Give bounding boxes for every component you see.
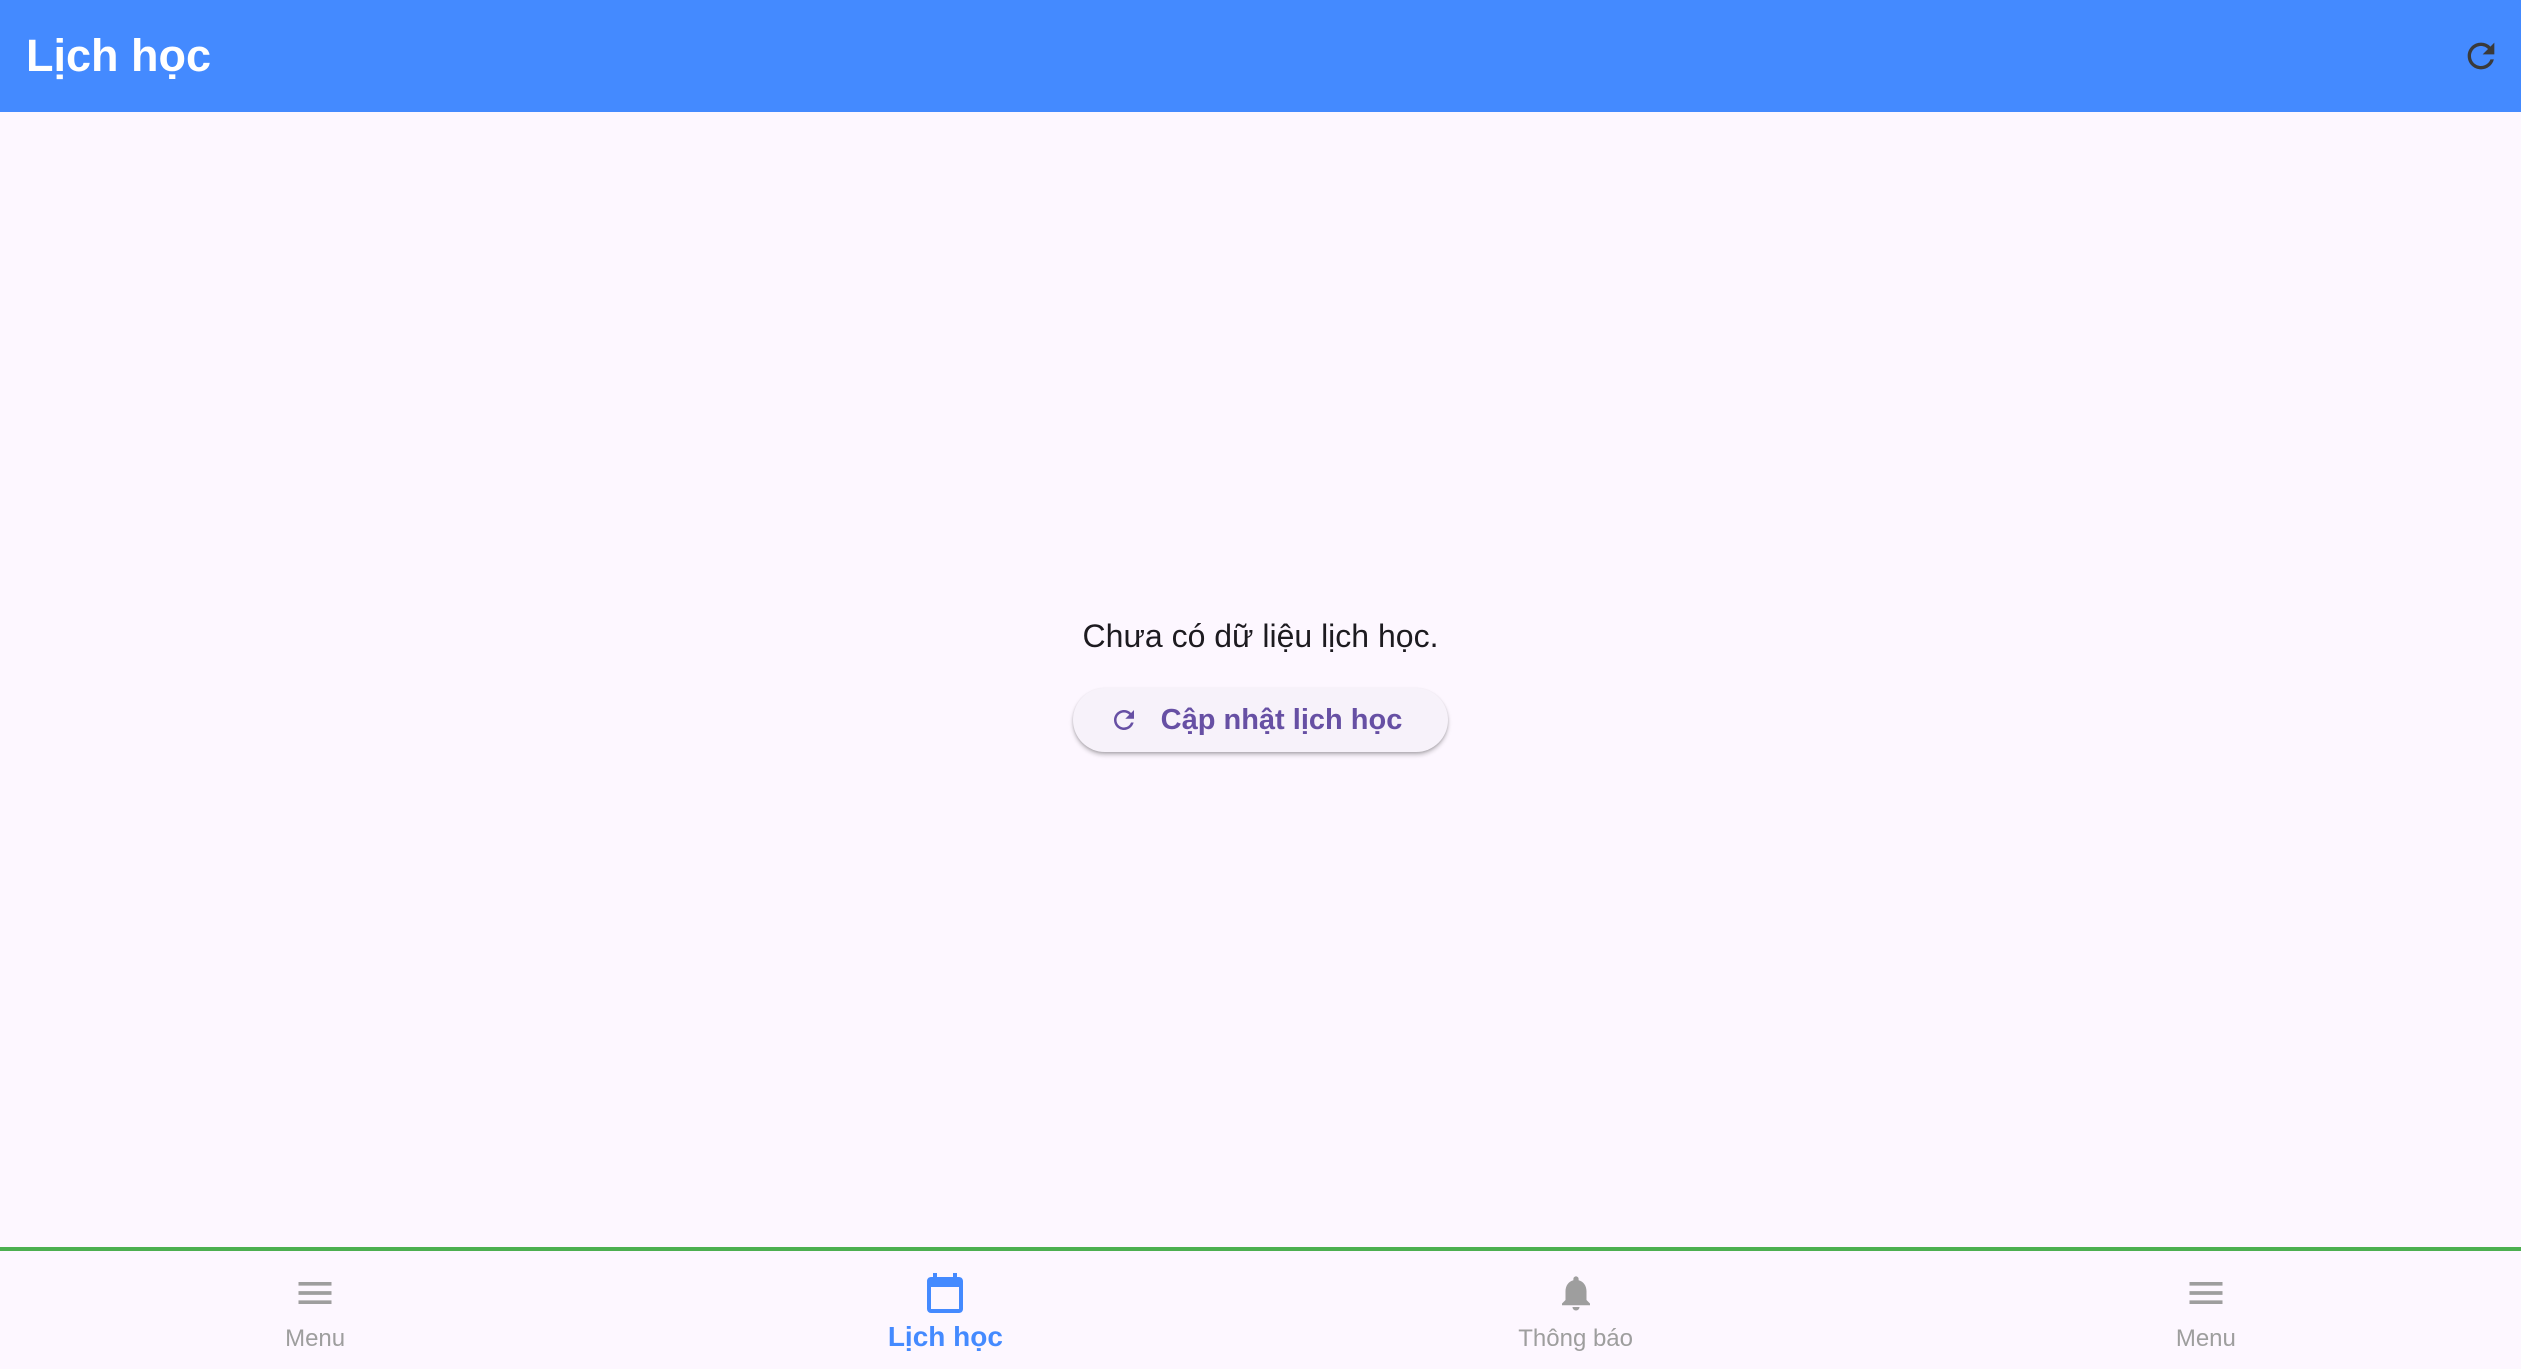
main-content: Chưa có dữ liệu lịch học. Cập nhật lịch …: [0, 112, 2521, 1247]
app-bar: Lịch học: [0, 0, 2521, 112]
nav-label: Lịch học: [887, 1321, 1003, 1352]
nav-item-menu[interactable]: Menu: [0, 1251, 630, 1369]
refresh-icon: [2467, 42, 2495, 70]
nav-label: Menu: [285, 1325, 346, 1352]
nav-label: Menu: [2175, 1325, 2236, 1352]
page-title: Lịch học: [26, 30, 212, 81]
update-schedule-button[interactable]: Cập nhật lịch học: [1072, 688, 1449, 752]
bottom-navigation: Menu Lịch học Thông báo Menu: [0, 1247, 2521, 1369]
update-schedule-label: Cập nhật lịch học: [1160, 703, 1403, 736]
nav-item-schedule[interactable]: Lịch học: [630, 1251, 1260, 1369]
empty-state: Chưa có dữ liệu lịch học. Cập nhật lịch …: [0, 614, 2521, 752]
nav-label: Thông báo: [1518, 1325, 1633, 1352]
nav-item-menu-2[interactable]: Menu: [1891, 1251, 2521, 1369]
app-root: Lịch học Chưa có dữ liệu lịch học. Cập n…: [0, 0, 2521, 1369]
calendar-icon: [920, 1268, 970, 1318]
nav-item-notifications[interactable]: Thông báo: [1261, 1251, 1891, 1369]
empty-message: Chưa có dữ liệu lịch học.: [1082, 618, 1439, 654]
bell-icon: [1551, 1268, 1601, 1318]
refresh-button[interactable]: [2451, 26, 2511, 86]
menu-icon: [290, 1268, 340, 1318]
menu-icon: [2181, 1268, 2231, 1318]
refresh-icon: [1113, 710, 1134, 730]
